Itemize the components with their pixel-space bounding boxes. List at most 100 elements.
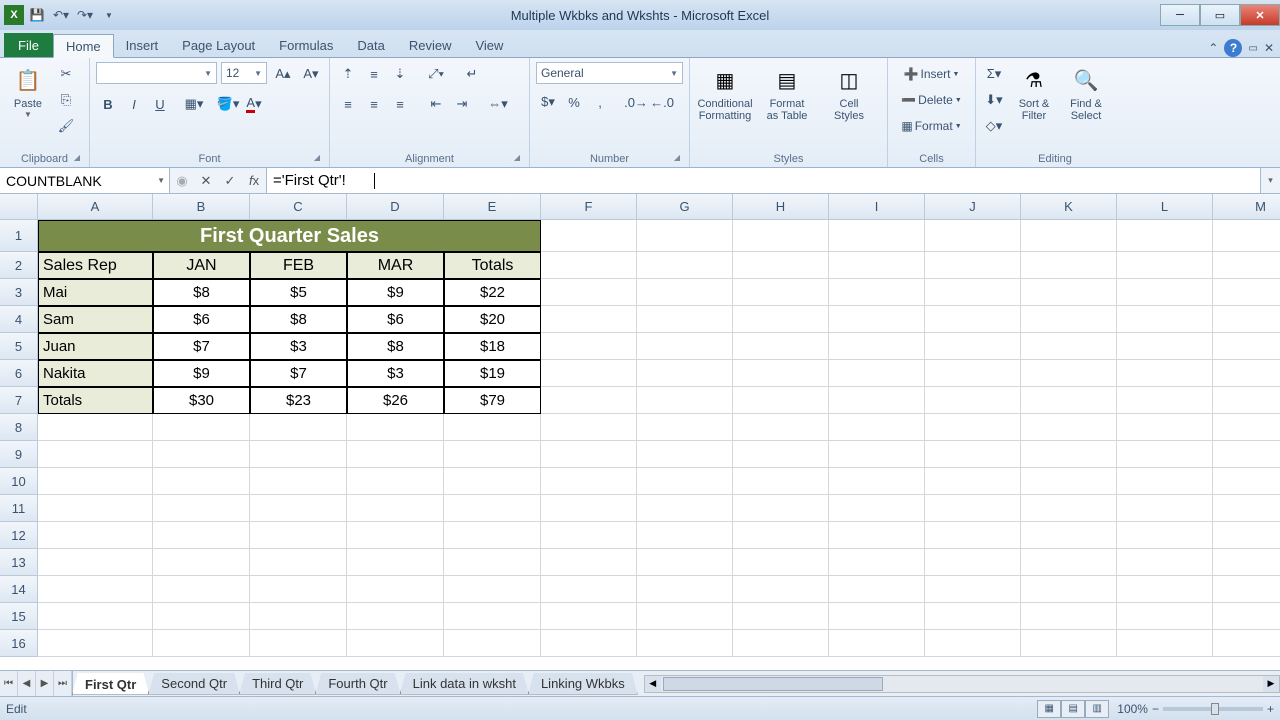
cell[interactable]	[829, 522, 925, 549]
format-as-table-button[interactable]: ▤Format as Table	[758, 62, 816, 146]
insert-cells-button[interactable]: ➕Insert▼	[894, 62, 969, 86]
cell[interactable]	[38, 414, 153, 441]
align-middle-icon[interactable]: ≡	[362, 62, 386, 86]
cell[interactable]	[250, 441, 347, 468]
cell[interactable]	[829, 333, 925, 360]
table-cell[interactable]: $8	[153, 279, 250, 306]
cell[interactable]	[1213, 220, 1280, 252]
table-cell[interactable]: $3	[250, 333, 347, 360]
cell[interactable]	[637, 441, 733, 468]
cell[interactable]	[153, 549, 250, 576]
cell[interactable]	[347, 603, 444, 630]
table-cell[interactable]: $7	[250, 360, 347, 387]
sheet-tab[interactable]: Third Qtr	[239, 673, 316, 695]
horizontal-scrollbar[interactable]: ◀ ▶	[644, 675, 1280, 693]
cell[interactable]	[733, 279, 829, 306]
cell[interactable]	[444, 630, 541, 657]
column-header[interactable]: A	[38, 194, 153, 220]
cell[interactable]	[925, 333, 1021, 360]
cell[interactable]	[1117, 576, 1213, 603]
cell[interactable]	[1117, 441, 1213, 468]
cell[interactable]	[637, 220, 733, 252]
row-header[interactable]: 16	[0, 630, 38, 657]
cell[interactable]	[541, 441, 637, 468]
scroll-right-icon[interactable]: ▶	[1263, 676, 1279, 692]
sheet-tab[interactable]: First Qtr	[72, 673, 149, 695]
cell[interactable]	[1117, 252, 1213, 279]
scroll-left-icon[interactable]: ◀	[645, 676, 661, 692]
cell[interactable]	[153, 576, 250, 603]
cell[interactable]	[347, 441, 444, 468]
table-cell[interactable]: $7	[153, 333, 250, 360]
cell[interactable]	[1117, 549, 1213, 576]
tab-formulas[interactable]: Formulas	[267, 33, 345, 57]
align-bottom-icon[interactable]: ⇣	[388, 62, 412, 86]
row-label[interactable]: Juan	[38, 333, 153, 360]
italic-button[interactable]: I	[122, 92, 146, 116]
cell[interactable]	[1213, 576, 1280, 603]
conditional-formatting-button[interactable]: ▦Conditional Formatting	[696, 62, 754, 146]
minimize-ribbon-icon[interactable]: ⌃	[1208, 41, 1218, 55]
cell[interactable]	[541, 414, 637, 441]
copy-icon[interactable]: ⎘	[54, 88, 78, 112]
cell[interactable]	[1213, 279, 1280, 306]
cell[interactable]	[925, 603, 1021, 630]
paste-button[interactable]: 📋 Paste ▼	[6, 62, 50, 146]
expand-formula-bar-icon[interactable]: ▾	[1260, 168, 1280, 193]
cell[interactable]	[829, 630, 925, 657]
redo-icon[interactable]: ↷▾	[74, 4, 96, 26]
table-header[interactable]: Totals	[444, 252, 541, 279]
cell[interactable]	[1021, 306, 1117, 333]
cell[interactable]	[733, 603, 829, 630]
tab-view[interactable]: View	[463, 33, 515, 57]
cell[interactable]	[1213, 549, 1280, 576]
column-header[interactable]: I	[829, 194, 925, 220]
cell[interactable]	[541, 333, 637, 360]
align-left-icon[interactable]: ≡	[336, 92, 360, 116]
row-header[interactable]: 14	[0, 576, 38, 603]
orientation-icon[interactable]: ⤢▾	[424, 62, 448, 86]
cell[interactable]	[637, 333, 733, 360]
cell[interactable]	[829, 279, 925, 306]
cell[interactable]	[829, 495, 925, 522]
cell[interactable]	[1213, 252, 1280, 279]
cell[interactable]	[250, 549, 347, 576]
cell[interactable]	[637, 414, 733, 441]
tab-scroll-next-icon[interactable]: ▶	[36, 671, 54, 696]
cancel-formula-icon[interactable]: ✕	[194, 168, 218, 193]
cell[interactable]	[250, 414, 347, 441]
cell[interactable]	[733, 333, 829, 360]
cell[interactable]	[347, 522, 444, 549]
row-header[interactable]: 8	[0, 414, 38, 441]
save-icon[interactable]: 💾	[26, 4, 48, 26]
cell[interactable]	[637, 360, 733, 387]
row-header[interactable]: 1	[0, 220, 38, 252]
cell[interactable]	[637, 279, 733, 306]
cell[interactable]	[925, 306, 1021, 333]
cell[interactable]	[444, 495, 541, 522]
border-icon[interactable]: ▦▾	[182, 92, 206, 116]
cell[interactable]	[444, 549, 541, 576]
table-cell[interactable]: $3	[347, 360, 444, 387]
table-header[interactable]: MAR	[347, 252, 444, 279]
bold-button[interactable]: B	[96, 92, 120, 116]
cell[interactable]	[153, 630, 250, 657]
table-cell[interactable]: $30	[153, 387, 250, 414]
cell[interactable]	[38, 630, 153, 657]
undo-icon[interactable]: ↶▾	[50, 4, 72, 26]
table-cell[interactable]: $22	[444, 279, 541, 306]
cell[interactable]	[444, 468, 541, 495]
row-header[interactable]: 7	[0, 387, 38, 414]
cell[interactable]	[541, 603, 637, 630]
table-cell[interactable]: $20	[444, 306, 541, 333]
cell[interactable]	[1213, 630, 1280, 657]
cell[interactable]	[1117, 220, 1213, 252]
row-header[interactable]: 12	[0, 522, 38, 549]
row-header[interactable]: 9	[0, 441, 38, 468]
cell[interactable]	[1213, 387, 1280, 414]
accounting-icon[interactable]: $▾	[536, 90, 560, 114]
select-all-corner[interactable]	[0, 194, 38, 220]
find-select-button[interactable]: 🔍Find & Select	[1062, 62, 1110, 146]
table-cell[interactable]: $9	[347, 279, 444, 306]
cell[interactable]	[925, 252, 1021, 279]
